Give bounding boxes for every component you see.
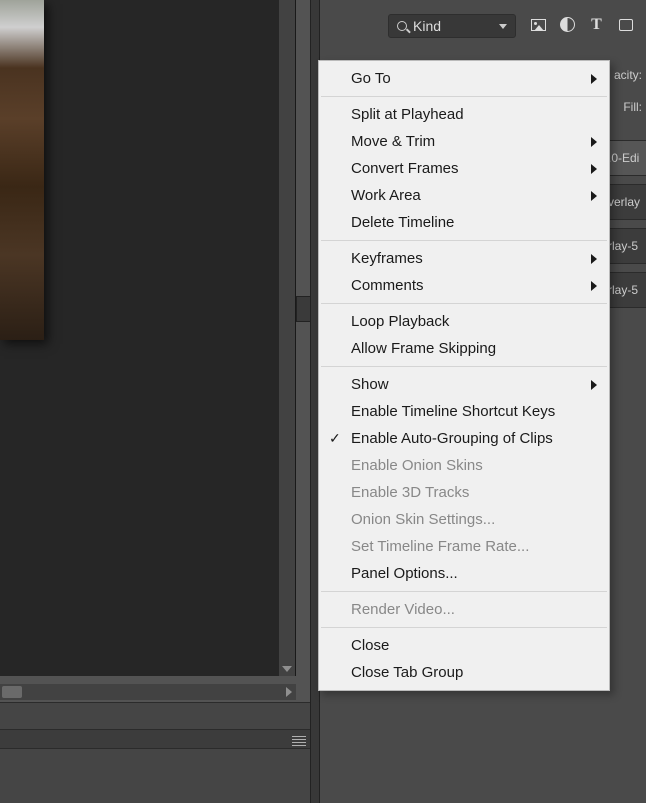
menu-enable-shortcut-keys[interactable]: Enable Timeline Shortcut Keys	[319, 398, 609, 425]
layer-name: rlay-5	[608, 239, 638, 253]
timeline-context-menu: Go To Split at Playhead Move & Trim Conv…	[318, 60, 610, 691]
menu-separator	[321, 240, 607, 241]
menu-keyframes[interactable]: Keyframes	[319, 245, 609, 272]
layers-list: .0-Edi verlay rlay-5 rlay-5	[606, 140, 646, 316]
menu-label: Render Video...	[351, 601, 455, 618]
menu-loop-playback[interactable]: Loop Playback	[319, 308, 609, 335]
menu-label: Enable Auto-Grouping of Clips	[351, 430, 553, 447]
bottom-panel	[0, 702, 312, 803]
menu-delete-timeline[interactable]: Delete Timeline	[319, 209, 609, 236]
menu-label: Allow Frame Skipping	[351, 340, 496, 357]
layer-name: .0-Edi	[608, 151, 639, 165]
submenu-arrow-icon	[591, 164, 597, 174]
document-thumbnail[interactable]	[0, 0, 44, 340]
menu-label: Close	[351, 637, 389, 654]
menu-close-tab-group[interactable]: Close Tab Group	[319, 659, 609, 686]
menu-label: Set Timeline Frame Rate...	[351, 538, 529, 555]
menu-label: Enable Timeline Shortcut Keys	[351, 403, 555, 420]
menu-label: Keyframes	[351, 250, 423, 267]
submenu-arrow-icon	[591, 281, 597, 291]
menu-label: Convert Frames	[351, 160, 459, 177]
submenu-arrow-icon	[591, 74, 597, 84]
submenu-arrow-icon	[591, 380, 597, 390]
menu-label: Panel Options...	[351, 565, 458, 582]
submenu-arrow-icon	[591, 254, 597, 264]
layer-row[interactable]: rlay-5	[606, 272, 646, 308]
chevron-down-icon	[499, 24, 507, 29]
menu-enable-auto-grouping[interactable]: Enable Auto-Grouping of Clips	[319, 425, 609, 452]
submenu-arrow-icon	[591, 191, 597, 201]
kind-filter-select[interactable]: Kind	[388, 14, 516, 38]
menu-label: Comments	[351, 277, 424, 294]
submenu-arrow-icon	[591, 137, 597, 147]
menu-icon[interactable]	[292, 736, 306, 746]
canvas-area	[0, 0, 296, 676]
menu-label: Close Tab Group	[351, 664, 463, 681]
layer-name: rlay-5	[608, 283, 638, 297]
layer-row[interactable]: verlay	[606, 184, 646, 220]
horizontal-scrollbar[interactable]	[0, 684, 296, 700]
menu-panel-options[interactable]: Panel Options...	[319, 560, 609, 587]
menu-close[interactable]: Close	[319, 632, 609, 659]
vertical-scrollbar[interactable]	[279, 0, 295, 676]
menu-enable-onion-skins[interactable]: Enable Onion Skins	[319, 452, 609, 479]
menu-label: Split at Playhead	[351, 106, 464, 123]
menu-allow-frame-skipping[interactable]: Allow Frame Skipping	[319, 335, 609, 362]
chevron-right-icon[interactable]	[286, 687, 292, 697]
bottom-panel-header	[0, 729, 312, 749]
menu-go-to[interactable]: Go To	[319, 65, 609, 92]
adjustment-filter-icon[interactable]	[559, 16, 576, 33]
layer-row[interactable]: rlay-5	[606, 228, 646, 264]
menu-comments[interactable]: Comments	[319, 272, 609, 299]
menu-label: Move & Trim	[351, 133, 435, 150]
image-filter-icon[interactable]	[530, 16, 547, 33]
menu-split-playhead[interactable]: Split at Playhead	[319, 101, 609, 128]
menu-label: Onion Skin Settings...	[351, 511, 495, 528]
menu-label: Enable 3D Tracks	[351, 484, 469, 501]
kind-filter-label: Kind	[413, 18, 441, 34]
menu-label: Delete Timeline	[351, 214, 454, 231]
filter-bar: Kind T	[320, 0, 646, 46]
menu-separator	[321, 366, 607, 367]
menu-label: Go To	[351, 70, 391, 87]
shape-filter-icon[interactable]	[617, 16, 634, 33]
chevron-down-icon[interactable]	[282, 666, 292, 672]
layer-name: verlay	[608, 195, 640, 209]
menu-separator	[321, 591, 607, 592]
menu-label: Loop Playback	[351, 313, 449, 330]
menu-move-trim[interactable]: Move & Trim	[319, 128, 609, 155]
menu-separator	[321, 96, 607, 97]
menu-show[interactable]: Show	[319, 371, 609, 398]
menu-set-frame-rate[interactable]: Set Timeline Frame Rate...	[319, 533, 609, 560]
menu-separator	[321, 303, 607, 304]
menu-label: Enable Onion Skins	[351, 457, 483, 474]
filter-icons: T	[530, 16, 634, 33]
scrollbar-thumb[interactable]	[2, 686, 22, 698]
menu-convert-frames[interactable]: Convert Frames	[319, 155, 609, 182]
menu-work-area[interactable]: Work Area	[319, 182, 609, 209]
menu-separator	[321, 627, 607, 628]
menu-label: Work Area	[351, 187, 421, 204]
type-filter-icon[interactable]: T	[588, 16, 605, 33]
menu-onion-skin-settings[interactable]: Onion Skin Settings...	[319, 506, 609, 533]
menu-render-video[interactable]: Render Video...	[319, 596, 609, 623]
layer-row[interactable]: .0-Edi	[606, 140, 646, 176]
menu-enable-3d-tracks[interactable]: Enable 3D Tracks	[319, 479, 609, 506]
search-icon	[397, 21, 407, 31]
menu-label: Show	[351, 376, 389, 393]
